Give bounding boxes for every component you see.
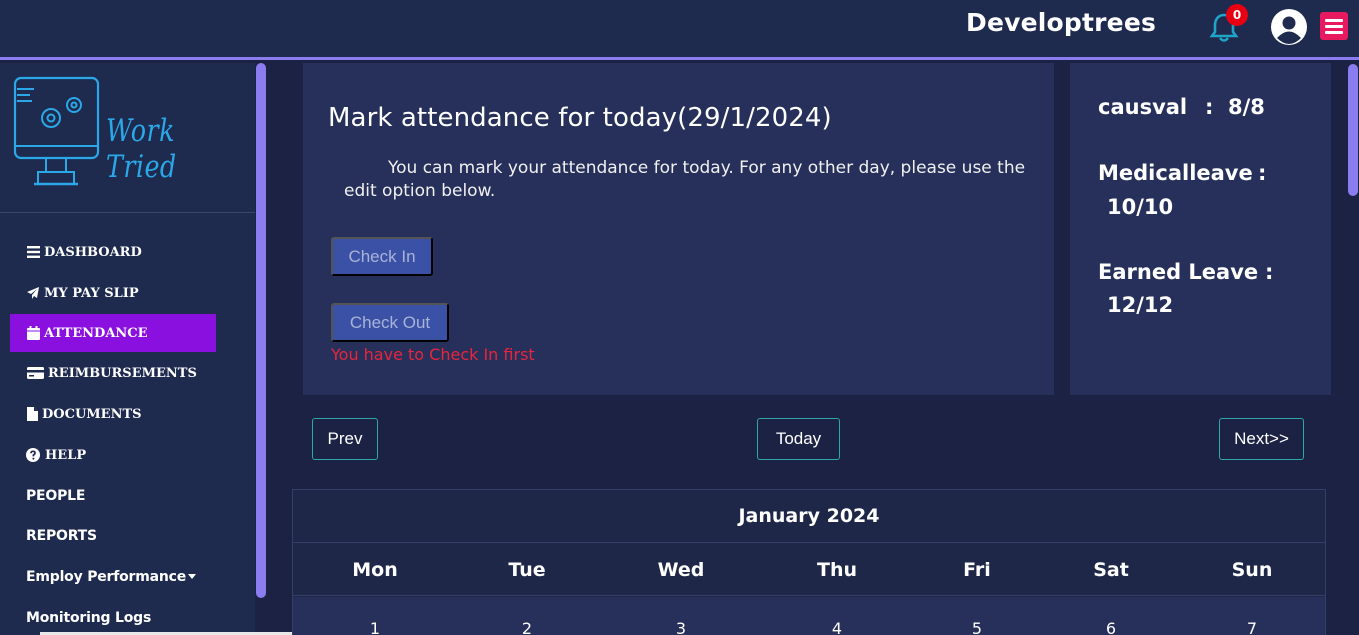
calendar-weekday-header: Mon Tue Wed Thu Fri Sat Sun [293,543,1325,596]
user-avatar-icon[interactable] [1270,8,1308,46]
sidebar-item-dashboard[interactable]: DASHBOARD [10,233,216,271]
calendar-week-row: 1 2 3 4 5 6 7 [293,597,1325,635]
earned-leave-value: 12/12 [1107,293,1174,317]
calendar-day[interactable]: 5 [957,619,997,635]
weekday-label: Sat [1093,558,1129,581]
causal-leave-label: causval [1098,95,1188,119]
causal-leave-value: 8/8 [1228,95,1265,119]
caret-down-icon [188,573,197,579]
sidebar-item-label: Monitoring Logs [26,610,152,626]
causal-leave-separator: : [1205,95,1214,119]
sidebar-item-reports[interactable]: REPORTS [10,517,216,555]
today-button[interactable]: Today [757,418,840,460]
sidebar-item-label: HELP [45,447,87,463]
calendar-day[interactable]: 7 [1232,619,1272,635]
sidebar-item-label: REPORTS [26,528,97,544]
sidebar-divider [0,212,255,213]
paper-plane-icon [26,286,40,300]
calendar-day[interactable]: 3 [661,619,701,635]
check-out-button[interactable]: Check Out [331,303,449,342]
credit-card-icon [26,366,44,380]
medical-leave-label: Medicalleave [1098,161,1253,185]
earned-leave-separator: : [1265,260,1274,284]
calendar-day[interactable]: 1 [355,619,395,635]
attendance-description: You can mark your attendance for today. … [344,158,1026,201]
calendar-icon [26,326,40,340]
file-icon [26,407,38,421]
calendar-day[interactable]: 4 [817,619,857,635]
calendar-month-title: January 2024 [293,490,1325,543]
sidebar-item-label: PEOPLE [26,488,86,504]
sidebar-item-label: DASHBOARD [44,244,142,260]
sidebar: Work Tried DASHBOARD MY PAY SLIP ATTENDA… [0,63,255,635]
sidebar-item-label: ATTENDANCE [44,325,148,341]
calendar-day[interactable]: 6 [1091,619,1131,635]
weekday-label: Sun [1231,558,1273,581]
sidebar-item-employ-performance[interactable]: Employ Performance [10,558,216,596]
calendar-day[interactable]: 2 [507,619,547,635]
check-in-warning: You have to Check In first [331,345,535,364]
sidebar-item-help[interactable]: HELP [10,436,216,474]
main-scrollbar-thumb[interactable] [1348,64,1358,196]
sidebar-item-reimbursements[interactable]: REIMBURSEMENTS [10,354,216,392]
weekday-label: Tue [508,558,546,581]
sidebar-item-label: DOCUMENTS [42,406,142,422]
weekday-label: Wed [657,558,705,581]
brand-name: Developtrees [966,8,1157,37]
hamburger-menu-icon[interactable] [1320,12,1348,40]
logo-text: Work Tried [106,113,177,185]
prev-month-button[interactable]: Prev [312,418,378,460]
sidebar-item-label: REIMBURSEMENTS [48,365,197,381]
calendar: January 2024 Mon Tue Wed Thu Fri Sat Sun… [292,489,1326,635]
sidebar-scrollbar-thumb[interactable] [256,63,266,598]
check-in-button[interactable]: Check In [331,237,433,276]
next-month-button[interactable]: Next>> [1219,418,1304,460]
sidebar-item-my-pay-slip[interactable]: MY PAY SLIP [10,274,216,312]
attendance-title: Mark attendance for today(29/1/2024) [328,103,832,133]
sidebar-item-label: MY PAY SLIP [44,285,139,301]
weekday-label: Thu [816,558,857,581]
weekday-label: Fri [963,558,991,581]
sidebar-item-attendance[interactable]: ATTENDANCE [10,314,216,352]
top-bar: Developtrees 0 [0,0,1359,60]
sidebar-item-label: Employ Performance [26,569,187,585]
sidebar-item-people[interactable]: PEOPLE [10,477,216,515]
medical-leave-separator: : [1258,161,1267,185]
sidebar-item-documents[interactable]: DOCUMENTS [10,395,216,433]
notification-badge: 0 [1226,4,1248,26]
bars-icon [26,245,40,259]
weekday-label: Mon [352,558,398,581]
sidebar-item-monitoring-logs[interactable]: Monitoring Logs [10,599,216,635]
question-circle-icon [26,448,40,462]
medical-leave-value: 10/10 [1107,195,1174,219]
earned-leave-label: Earned Leave [1098,260,1259,284]
